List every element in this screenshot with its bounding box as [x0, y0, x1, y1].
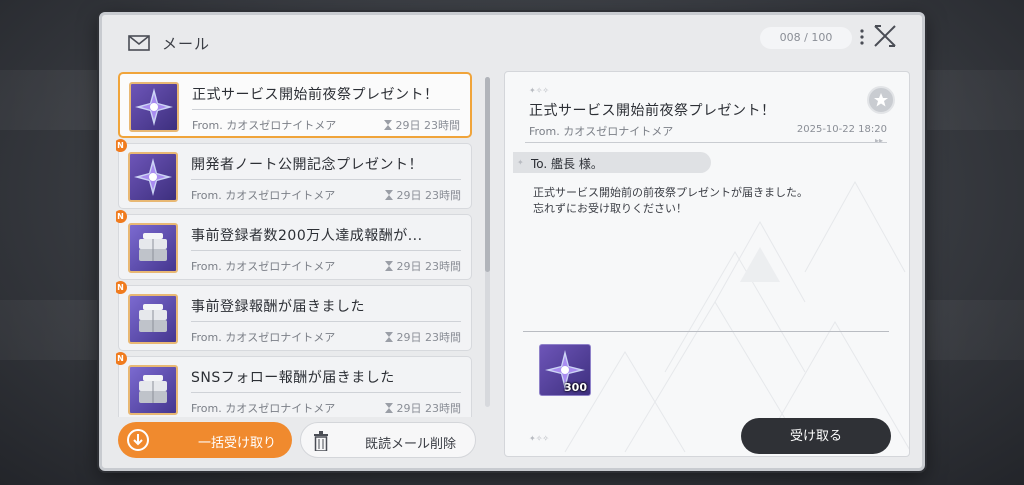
crystal-item-icon	[129, 82, 179, 132]
hourglass-icon	[384, 332, 393, 342]
star-icon	[874, 93, 888, 107]
decoration: ✦	[517, 158, 524, 167]
close-icon[interactable]	[872, 23, 898, 49]
mail-window: メール 008 / 100 正式サービス開始前夜祭プレゼント！ From. カオ…	[99, 12, 925, 471]
download-icon	[127, 429, 149, 451]
silver-box-item-icon	[128, 365, 178, 415]
divider	[191, 392, 461, 393]
detail-title: 正式サービス開始前夜祭プレゼント！	[529, 103, 776, 119]
decoration: ▸▸	[875, 136, 884, 145]
receive-all-button[interactable]: 一括受け取り	[118, 422, 292, 458]
message-line: 忘れずにお受け取りください！	[533, 202, 687, 215]
mail-title: 事前登録報酬が届きました	[191, 299, 365, 315]
decoration: ✦✧✧	[529, 434, 550, 443]
decoration: ✦✧✧	[529, 86, 550, 95]
mail-sender: From. カオスゼロナイトメア	[191, 402, 336, 415]
mail-expiry: 29日 23時間	[384, 258, 461, 274]
recipient: To. 艦長 様。	[531, 157, 603, 171]
new-badge: N	[116, 281, 127, 294]
mail-title: 事前登録者数200万人達成報酬が...	[191, 228, 423, 244]
divider	[192, 109, 460, 110]
hourglass-icon	[383, 120, 392, 130]
mail-title: SNSフォロー報酬が届きました	[191, 370, 395, 386]
mail-expiry: 29日 23時間	[383, 117, 460, 133]
attachment-item[interactable]: 300	[539, 344, 591, 396]
hourglass-icon	[384, 261, 393, 271]
divider	[191, 321, 461, 322]
divider	[191, 179, 461, 180]
mail-sender: From. カオスゼロナイトメア	[191, 189, 336, 202]
favorite-button[interactable]	[867, 86, 895, 114]
detail-date: 2025-10-22 18:20	[796, 124, 887, 135]
mail-list-item[interactable]: N 事前登録報酬が届きました From. カオスゼロナイトメア 29日 23時間	[116, 281, 472, 351]
mail-sender: From. カオスゼロナイトメア	[192, 119, 337, 132]
delete-read-label: 既読メール削除	[365, 436, 457, 451]
mail-detail-panel: ✦✧✧ ✦✧✧ ▸▸ 正式サービス開始前夜祭プレゼント！ From. カオスゼロ…	[504, 71, 910, 457]
divider	[191, 250, 461, 251]
mail-list-item[interactable]: N SNSフォロー報酬が届きました From. カオスゼロナイトメア 29日 2…	[116, 352, 472, 417]
new-badge: N	[116, 210, 127, 223]
mail-list[interactable]: 正式サービス開始前夜祭プレゼント！ From. カオスゼロナイトメア 29日 2…	[116, 70, 476, 417]
receive-all-label: 一括受け取り	[198, 435, 277, 450]
mail-title: 正式サービス開始前夜祭プレゼント！	[192, 87, 439, 103]
trash-icon	[314, 431, 328, 451]
hourglass-icon	[384, 190, 393, 200]
mail-list-scrollbar[interactable]	[485, 77, 490, 407]
mail-title: 開発者ノート公開記念プレゼント！	[191, 157, 423, 173]
mail-list-item[interactable]: N 事前登録者数200万人達成報酬が... From. カオスゼロナイトメア 2…	[116, 210, 472, 280]
scrollbar-thumb[interactable]	[485, 77, 490, 272]
divider	[523, 331, 889, 332]
divider	[525, 142, 887, 143]
crystal-item-icon	[128, 152, 178, 202]
attachment-quantity: 300	[564, 381, 587, 394]
more-icon[interactable]	[860, 28, 864, 46]
mail-list-item[interactable]: 正式サービス開始前夜祭プレゼント！ From. カオスゼロナイトメア 29日 2…	[118, 72, 472, 138]
mail-icon	[128, 35, 150, 51]
mail-expiry: 29日 23時間	[384, 400, 461, 416]
receive-button[interactable]: 受け取る	[741, 418, 891, 454]
silver-box-item-icon	[128, 223, 178, 273]
delete-read-button[interactable]: 既読メール削除	[300, 422, 476, 458]
mail-list-item[interactable]: N 開発者ノート公開記念プレゼント！ From. カオスゼロナイトメア 29日 …	[116, 139, 472, 209]
message-line: 正式サービス開始前の前夜祭プレゼントが届きました。	[533, 186, 808, 199]
hourglass-icon	[384, 403, 393, 413]
mail-sender: From. カオスゼロナイトメア	[191, 260, 336, 273]
mail-counter: 008 / 100	[760, 27, 852, 49]
mail-expiry: 29日 23時間	[384, 329, 461, 345]
new-badge: N	[116, 352, 127, 365]
new-badge: N	[116, 139, 127, 152]
detail-sender: From. カオスゼロナイトメア	[529, 125, 674, 138]
mail-expiry: 29日 23時間	[384, 187, 461, 203]
window-title: メール	[162, 34, 211, 53]
mail-sender: From. カオスゼロナイトメア	[191, 331, 336, 344]
silver-box-item-icon	[128, 294, 178, 344]
